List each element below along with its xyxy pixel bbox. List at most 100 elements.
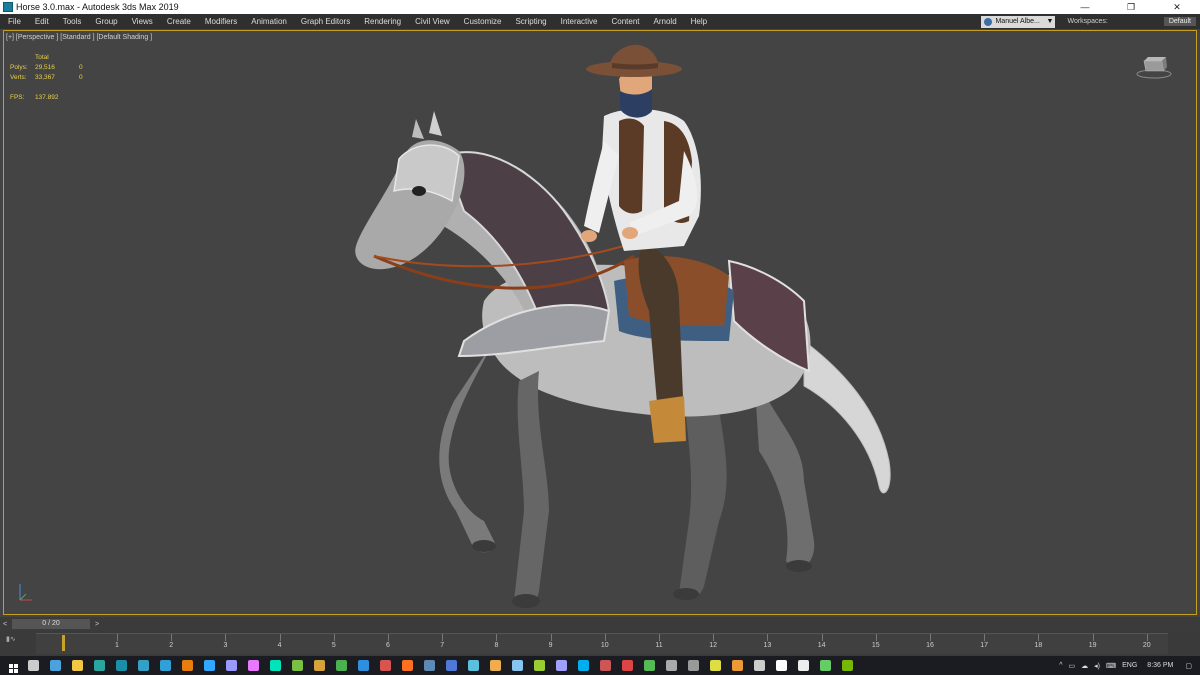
app-icon-22[interactable] — [770, 656, 792, 675]
file-explorer-icon[interactable] — [66, 656, 88, 675]
tray-overflow-icon[interactable]: ^ — [1059, 662, 1062, 669]
ruler-tick — [117, 634, 118, 641]
app-icon-14[interactable] — [594, 656, 616, 675]
current-frame-marker[interactable] — [62, 635, 65, 651]
save-icon[interactable] — [44, 656, 66, 675]
viewcube-icon[interactable] — [1136, 53, 1172, 79]
app-icon-5[interactable] — [308, 656, 330, 675]
3dsmax-icon[interactable] — [110, 656, 132, 675]
skype-icon[interactable] — [572, 656, 594, 675]
menu-rendering[interactable]: Rendering — [357, 17, 408, 26]
workspace-selector[interactable]: Default — [1163, 17, 1196, 26]
app-icon-11[interactable] — [506, 656, 528, 675]
menu-content[interactable]: Content — [605, 17, 647, 26]
app-icon-2[interactable] — [132, 656, 154, 675]
menu-modifiers[interactable]: Modifiers — [198, 17, 244, 26]
task-view-icon[interactable] — [22, 656, 44, 675]
nvidia-icon[interactable] — [836, 656, 858, 675]
app-icon-19[interactable] — [704, 656, 726, 675]
track-bar[interactable]: ▮∿ 1 2 3 4 5 6 7 8 9 10 11 12 13 14 15 16 17 18 19 20 — [0, 631, 1200, 656]
app-icon-17[interactable] — [660, 656, 682, 675]
frame-ruler[interactable]: 1 2 3 4 5 6 7 8 9 10 11 12 13 14 15 16 17 18 19 20 — [36, 633, 1168, 654]
app-icon-13[interactable] — [550, 656, 572, 675]
ruler-tick-label: 4 — [277, 642, 282, 649]
close-button[interactable]: ✕ — [1154, 0, 1200, 14]
audition-icon[interactable] — [264, 656, 286, 675]
ruler-tick — [279, 634, 281, 641]
perspective-viewport[interactable]: [+] [Perspective ] [Standard ] [Default … — [3, 30, 1197, 615]
chrome-icon[interactable] — [330, 656, 352, 675]
workspaces-label: Workspaces: — [1067, 18, 1108, 25]
menu-file[interactable]: File — [0, 17, 28, 26]
app-icon-12[interactable] — [528, 656, 550, 675]
time-slider[interactable]: < 0 / 20 > — [0, 617, 1200, 631]
notification-center-icon[interactable]: ▢ — [1185, 662, 1192, 670]
verts-label: Verts: — [10, 74, 27, 81]
volume-icon[interactable]: ◂) — [1094, 662, 1100, 670]
vb-icon[interactable] — [440, 656, 462, 675]
polys-label: Polys: — [10, 64, 28, 71]
menu-bar: File Edit Tools Group Views Create Modifiers An… — [0, 14, 1200, 29]
app-icon-6[interactable] — [352, 656, 374, 675]
ruler-tick-label: 9 — [548, 642, 553, 649]
ruler-tick — [388, 634, 389, 641]
app-icon-15[interactable] — [616, 656, 638, 675]
battery-icon[interactable]: ▭ — [1069, 662, 1076, 670]
app-icon-4[interactable] — [286, 656, 308, 675]
menu-arnold[interactable]: Arnold — [647, 17, 684, 26]
app-icon-18[interactable] — [682, 656, 704, 675]
viewport-label[interactable]: [+] [Perspective ] [Standard ] [Default … — [6, 34, 152, 41]
time-slider-thumb[interactable]: 0 / 20 — [12, 619, 90, 629]
blender-icon[interactable] — [176, 656, 198, 675]
restore-button[interactable]: ❐ — [1108, 0, 1154, 14]
ruler-tick-label: 10 — [600, 642, 609, 649]
system-tray: ^ ▭ ☁ ◂) ⌨ ENG 8:36 PM ▢ — [1059, 662, 1192, 670]
horse-rider-model[interactable] — [334, 41, 914, 611]
menu-graph-editors[interactable]: Graph Editors — [294, 17, 357, 26]
menu-civil-view[interactable]: Civil View — [408, 17, 457, 26]
axis-tripod-icon — [19, 584, 32, 601]
after-effects-icon[interactable] — [220, 656, 242, 675]
start-icon[interactable] — [0, 656, 22, 675]
minimize-button[interactable]: — — [1062, 0, 1108, 14]
app-icon-20[interactable] — [726, 656, 748, 675]
app-icon-1[interactable] — [88, 656, 110, 675]
ruler-tick-label: 3 — [223, 642, 228, 649]
app-icon-16[interactable] — [638, 656, 660, 675]
ruler-tick — [1092, 634, 1094, 641]
menu-animation[interactable]: Animation — [244, 17, 294, 26]
app-icon-9[interactable] — [462, 656, 484, 675]
app-icon-7[interactable] — [374, 656, 396, 675]
menu-scripting[interactable]: Scripting — [508, 17, 553, 26]
menu-customize[interactable]: Customize — [457, 17, 509, 26]
steam-icon[interactable] — [418, 656, 440, 675]
menu-interactive[interactable]: Interactive — [554, 17, 605, 26]
menu-views[interactable]: Views — [125, 17, 160, 26]
keyboard-icon[interactable]: ⌨ — [1106, 662, 1116, 670]
ruler-tick — [659, 634, 660, 641]
app-icon-21[interactable] — [748, 656, 770, 675]
app-icon-24[interactable] — [814, 656, 836, 675]
menu-help[interactable]: Help — [684, 17, 714, 26]
menu-tools[interactable]: Tools — [56, 17, 89, 26]
previous-frame-button[interactable]: < — [0, 621, 10, 628]
app-icon-3[interactable] — [154, 656, 176, 675]
menu-edit[interactable]: Edit — [28, 17, 56, 26]
menu-create[interactable]: Create — [160, 17, 198, 26]
ruler-tick — [821, 634, 823, 641]
next-frame-button[interactable]: > — [92, 621, 102, 628]
system-clock[interactable]: 8:36 PM — [1147, 662, 1173, 669]
network-icon[interactable]: ☁ — [1081, 662, 1088, 670]
ruler-tick-label: 13 — [763, 642, 772, 649]
track-bar-icon[interactable]: ▮∿ — [6, 635, 16, 643]
menu-group[interactable]: Group — [88, 17, 124, 26]
app-icon-8[interactable] — [396, 656, 418, 675]
ruler-tick-label: 16 — [926, 642, 934, 649]
app-icon-10[interactable] — [484, 656, 506, 675]
language-icon[interactable]: ENG — [1122, 662, 1137, 669]
ruler-tick-label: 17 — [980, 642, 989, 649]
user-account-dropdown[interactable]: Manuel Albe... ▼ — [981, 15, 1056, 28]
app-icon-23[interactable] — [792, 656, 814, 675]
premiere-icon[interactable] — [242, 656, 264, 675]
photoshop-icon[interactable] — [198, 656, 220, 675]
